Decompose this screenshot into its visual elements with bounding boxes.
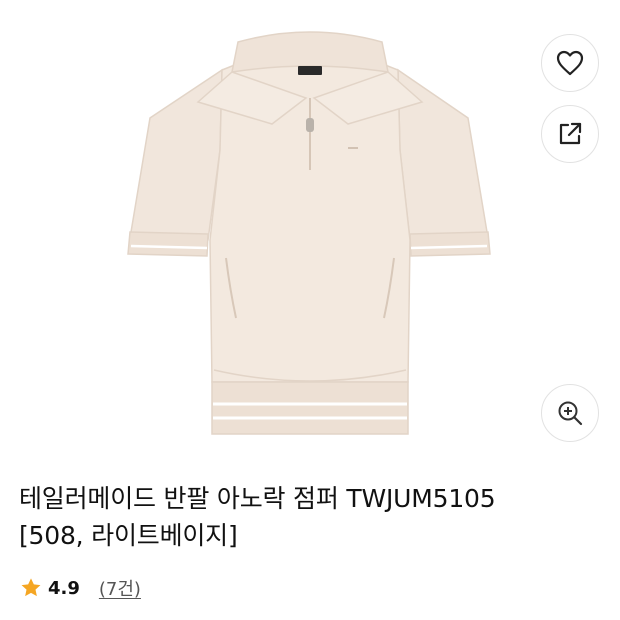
share-icon bbox=[559, 122, 582, 145]
product-title-line1: 테일러메이드 반팔 아노락 점퍼 TWJUM5105 bbox=[19, 484, 496, 513]
product-title: 테일러메이드 반팔 아노락 점퍼 TWJUM5105 [508, 라이트베이지] bbox=[19, 480, 604, 554]
star-icon bbox=[21, 578, 41, 597]
rating-row: 4.9 (7건) bbox=[20, 574, 141, 602]
review-count-link[interactable]: (7건) bbox=[99, 575, 141, 601]
heart-icon bbox=[556, 50, 584, 76]
rating-value: 4.9 bbox=[48, 577, 80, 599]
jacket-illustration bbox=[127, 31, 491, 435]
zoom-in-icon bbox=[558, 401, 583, 426]
product-title-line2: [508, 라이트베이지] bbox=[19, 521, 238, 550]
product-image[interactable] bbox=[0, 0, 620, 460]
share-button[interactable] bbox=[541, 105, 599, 163]
wishlist-button[interactable] bbox=[541, 34, 599, 92]
zoom-button[interactable] bbox=[541, 384, 599, 442]
